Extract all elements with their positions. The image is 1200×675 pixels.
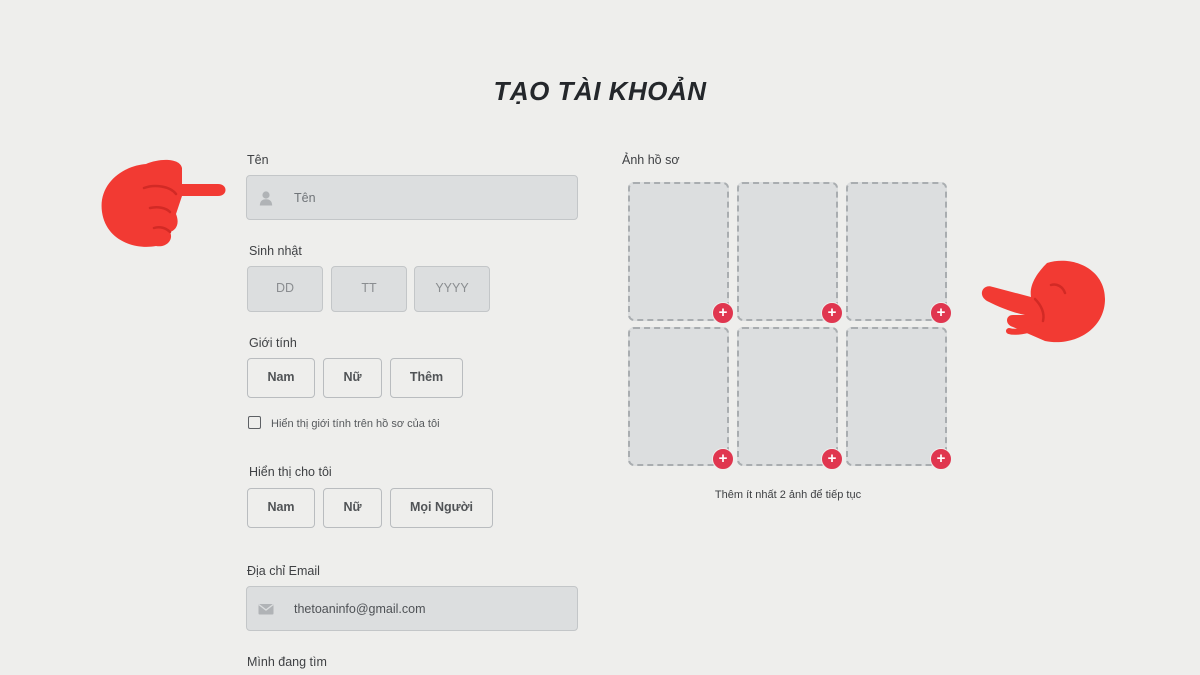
pointing-hand-icon-left (101, 159, 226, 247)
add-photo-button-6[interactable]: + (930, 448, 952, 470)
birthday-label: Sinh nhật (249, 244, 302, 258)
show-gender-checkbox[interactable] (248, 416, 261, 429)
add-photo-button-1[interactable]: + (712, 302, 734, 324)
birthday-year-input[interactable]: YYYY (414, 266, 490, 312)
mail-icon (257, 600, 275, 618)
gender-label: Giới tính (249, 336, 297, 350)
email-input[interactable]: thetoaninfo@gmail.com (246, 586, 578, 631)
add-photo-button-4[interactable]: + (712, 448, 734, 470)
photo-slot-4[interactable] (628, 327, 729, 466)
show-me-option-male[interactable]: Nam (247, 488, 315, 528)
profile-photos-label: Ảnh hồ sơ (622, 153, 680, 167)
email-value: thetoaninfo@gmail.com (294, 601, 426, 616)
birthday-month-input[interactable]: TT (331, 266, 407, 312)
photo-slot-2[interactable] (737, 182, 838, 321)
show-gender-checkbox-label: Hiển thị giới tính trên hồ sơ của tôi (271, 418, 440, 430)
gender-option-female[interactable]: Nữ (323, 358, 382, 398)
show-me-label: Hiển thị cho tôi (249, 465, 332, 479)
looking-for-label: Mình đang tìm (247, 655, 327, 669)
add-photo-button-5[interactable]: + (821, 448, 843, 470)
photo-slot-6[interactable] (846, 327, 947, 466)
name-label: Tên (247, 153, 269, 167)
user-icon (257, 189, 275, 207)
birthday-day-input[interactable]: DD (247, 266, 323, 312)
add-photo-button-3[interactable]: + (930, 302, 952, 324)
page-title: TẠO TÀI KHOẢN (493, 76, 707, 106)
gender-option-male[interactable]: Nam (247, 358, 315, 398)
show-me-option-everyone[interactable]: Mọi Người (390, 488, 493, 528)
pointing-hand-icon-right (981, 260, 1105, 343)
photo-slot-3[interactable] (846, 182, 947, 321)
name-input[interactable]: Tên (246, 175, 578, 220)
email-label: Địa chỉ Email (247, 564, 320, 578)
gender-option-more[interactable]: Thêm (390, 358, 463, 398)
add-photo-button-2[interactable]: + (821, 302, 843, 324)
photo-hint: Thêm ít nhất 2 ảnh để tiếp tục (714, 489, 862, 501)
name-placeholder: Tên (294, 190, 316, 205)
photo-slot-5[interactable] (737, 327, 838, 466)
photo-slot-1[interactable] (628, 182, 729, 321)
show-me-option-female[interactable]: Nữ (323, 488, 382, 528)
